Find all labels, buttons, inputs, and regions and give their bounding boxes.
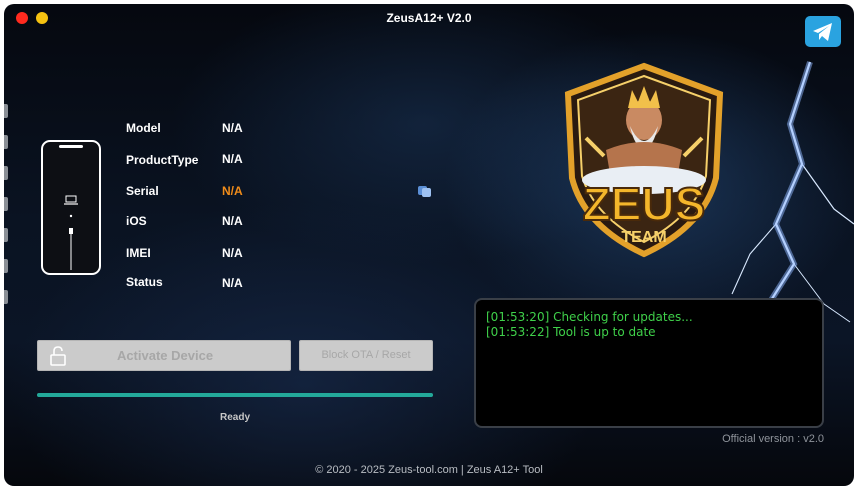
model-value: N/A <box>222 121 243 135</box>
logo-subtitle: TEAM <box>621 229 666 246</box>
log-console[interactable]: [01:53:20] Checking for updates... [01:5… <box>474 298 824 428</box>
zeus-team-logo: ZEUS TEAM <box>564 62 724 258</box>
model-label: Model <box>126 121 161 135</box>
log-line: [01:53:22] Tool is up to date <box>486 325 656 339</box>
progress-fill <box>37 393 433 397</box>
product-type-label: ProductType <box>126 153 199 167</box>
cable-icon <box>69 214 73 270</box>
device-phone-illustration <box>41 140 101 275</box>
status-value: N/A <box>222 276 243 290</box>
activate-device-label: Activate Device <box>116 348 214 363</box>
phone-notch <box>59 145 83 148</box>
ios-value: N/A <box>222 214 243 228</box>
serial-value[interactable]: N/A <box>222 184 243 198</box>
footer-text: © 2020 - 2025 Zeus-tool.com | Zeus A12+ … <box>315 464 543 476</box>
status-text: Ready <box>219 412 250 423</box>
ios-label: iOS <box>126 214 147 228</box>
copy-icon[interactable] <box>418 185 432 197</box>
laptop-icon <box>64 195 78 205</box>
progress-bar <box>37 393 433 397</box>
status-label: Status <box>126 275 163 289</box>
serial-label: Serial <box>126 184 159 198</box>
window-title: ZeusA12+ V2.0 <box>386 11 472 25</box>
logo-title: ZEUS <box>583 178 706 230</box>
telegram-icon <box>813 22 832 41</box>
activate-device-button[interactable]: Activate Device <box>37 340 291 371</box>
log-line: [01:53:20] Checking for updates... <box>486 310 693 324</box>
product-type-value: N/A <box>222 152 243 166</box>
version-label: Official version : v2.0 <box>722 433 824 445</box>
block-ota-reset-button[interactable]: Block OTA / Reset <box>299 340 433 371</box>
imei-value: N/A <box>222 246 243 260</box>
imei-label: IMEI <box>126 246 151 260</box>
telegram-button[interactable] <box>805 16 841 47</box>
app-window: ZEUS TEAM ZeusA12+ V2.0 Model N/A Produc… <box>4 4 854 486</box>
